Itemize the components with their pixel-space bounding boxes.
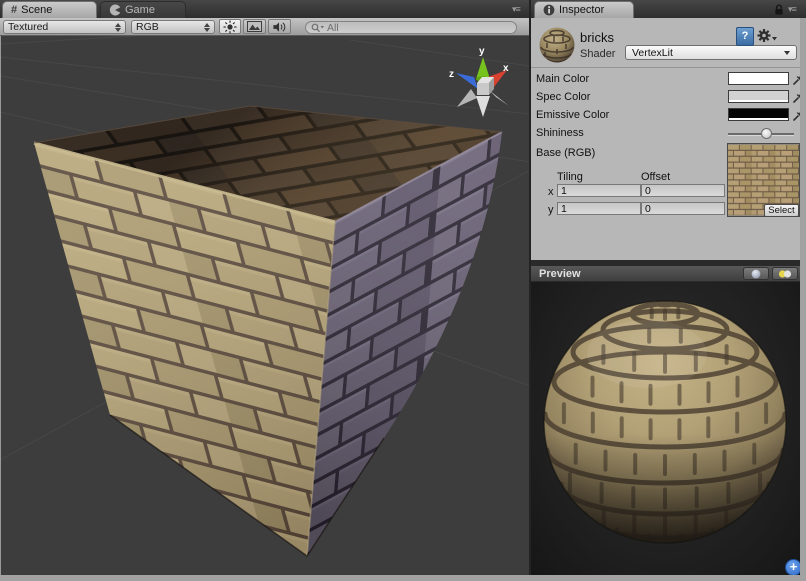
offset-x-input[interactable]: [641, 184, 725, 197]
tab-inspector[interactable]: Inspector: [534, 1, 634, 18]
tab-inspector-label: Inspector: [559, 4, 604, 16]
preview-lighting-button[interactable]: [772, 267, 798, 280]
skybox-toggle-button[interactable]: [243, 19, 266, 34]
window-border: [0, 36, 1, 575]
scene-panel-menu-icon[interactable]: ▾≡: [512, 4, 520, 14]
search-scope-label: All: [327, 22, 339, 34]
shininess-label: Shininess: [536, 127, 584, 139]
unity-editor-window: # Scene Game ▾≡ Textured RGB: [0, 0, 806, 581]
audio-toggle-button[interactable]: [268, 19, 291, 34]
draw-mode-dropdown[interactable]: Textured: [3, 20, 126, 34]
draw-mode-value: Textured: [8, 21, 48, 33]
window-border: [800, 18, 806, 581]
offset-y-input[interactable]: [641, 202, 725, 215]
shader-field-label: Shader: [580, 48, 615, 60]
tab-game[interactable]: Game: [100, 1, 186, 18]
search-icon: [311, 23, 324, 33]
select-button[interactable]: Select: [764, 204, 799, 217]
spec-color-label: Spec Color: [536, 91, 590, 103]
shininess-slider[interactable]: [728, 133, 794, 136]
updown-arrows-icon: [204, 23, 210, 32]
section-divider: [531, 67, 801, 68]
alpha-bar: [729, 118, 788, 120]
lock-icon[interactable]: [774, 4, 784, 16]
tiling-x-input[interactable]: [557, 184, 641, 197]
preview-header[interactable]: Preview: [531, 266, 801, 282]
help-icon[interactable]: ?: [736, 27, 754, 46]
scene-tabbar: # Scene Game ▾≡: [0, 0, 530, 19]
inspector-tabbar: Inspector ▾≡: [531, 0, 806, 19]
spec-color-swatch[interactable]: [728, 90, 789, 103]
gizmo-z-label: z: [449, 69, 454, 80]
image-icon: [247, 21, 262, 32]
shader-dropdown-value: VertexLit: [632, 47, 673, 59]
tab-scene-label: Scene: [21, 4, 52, 16]
sun-icon: [223, 20, 237, 34]
base-texture-label: Base (RGB): [536, 147, 595, 159]
main-color-label: Main Color: [536, 73, 589, 85]
chevron-down-icon: [784, 51, 790, 55]
material-ball-icon: [538, 26, 576, 64]
emissive-color-swatch[interactable]: [728, 108, 789, 121]
material-name: bricks: [580, 30, 614, 45]
offset-header: Offset: [641, 171, 670, 183]
preview-area[interactable]: [531, 282, 800, 575]
gizmo-center-cube[interactable]: [477, 83, 489, 95]
scene-grid-icon: #: [11, 4, 17, 16]
speaker-icon: [272, 21, 287, 33]
render-channel-dropdown[interactable]: RGB: [131, 20, 215, 34]
alpha-bar: [729, 82, 788, 84]
inspector-panel-menu-icon[interactable]: ▾≡: [788, 4, 796, 14]
search-input[interactable]: All: [305, 21, 517, 34]
tab-game-label: Game: [125, 4, 155, 16]
tiling-y-input[interactable]: [557, 202, 641, 215]
window-border: [0, 575, 806, 581]
tiling-row-y-label: y: [548, 204, 554, 216]
tiling-header: Tiling: [557, 171, 583, 183]
tiling-row-x-label: x: [548, 186, 554, 198]
preview-title: Preview: [539, 268, 581, 280]
two-lights-icon: [777, 269, 793, 279]
tab-scene[interactable]: # Scene: [2, 1, 97, 18]
gear-icon[interactable]: [757, 28, 777, 43]
preview-shape-button[interactable]: [743, 267, 769, 280]
sphere-icon: [751, 269, 761, 279]
shader-dropdown[interactable]: VertexLit: [625, 45, 797, 60]
info-icon: [543, 4, 555, 16]
game-pacman-icon: [109, 4, 121, 16]
scene-toolbar: Textured RGB: [0, 18, 530, 36]
scene-viewport[interactable]: y x z: [1, 36, 529, 575]
alpha-bar: [729, 100, 788, 102]
preview-sphere[interactable]: [543, 300, 787, 544]
gizmo-x-label: x: [503, 63, 509, 74]
render-channel-value: RGB: [136, 21, 159, 33]
emissive-color-label: Emissive Color: [536, 109, 609, 121]
lighting-toggle-button[interactable]: [219, 19, 241, 34]
updown-arrows-icon: [115, 23, 121, 32]
main-color-swatch[interactable]: [728, 72, 789, 85]
gizmo-y-label: y: [479, 46, 485, 57]
